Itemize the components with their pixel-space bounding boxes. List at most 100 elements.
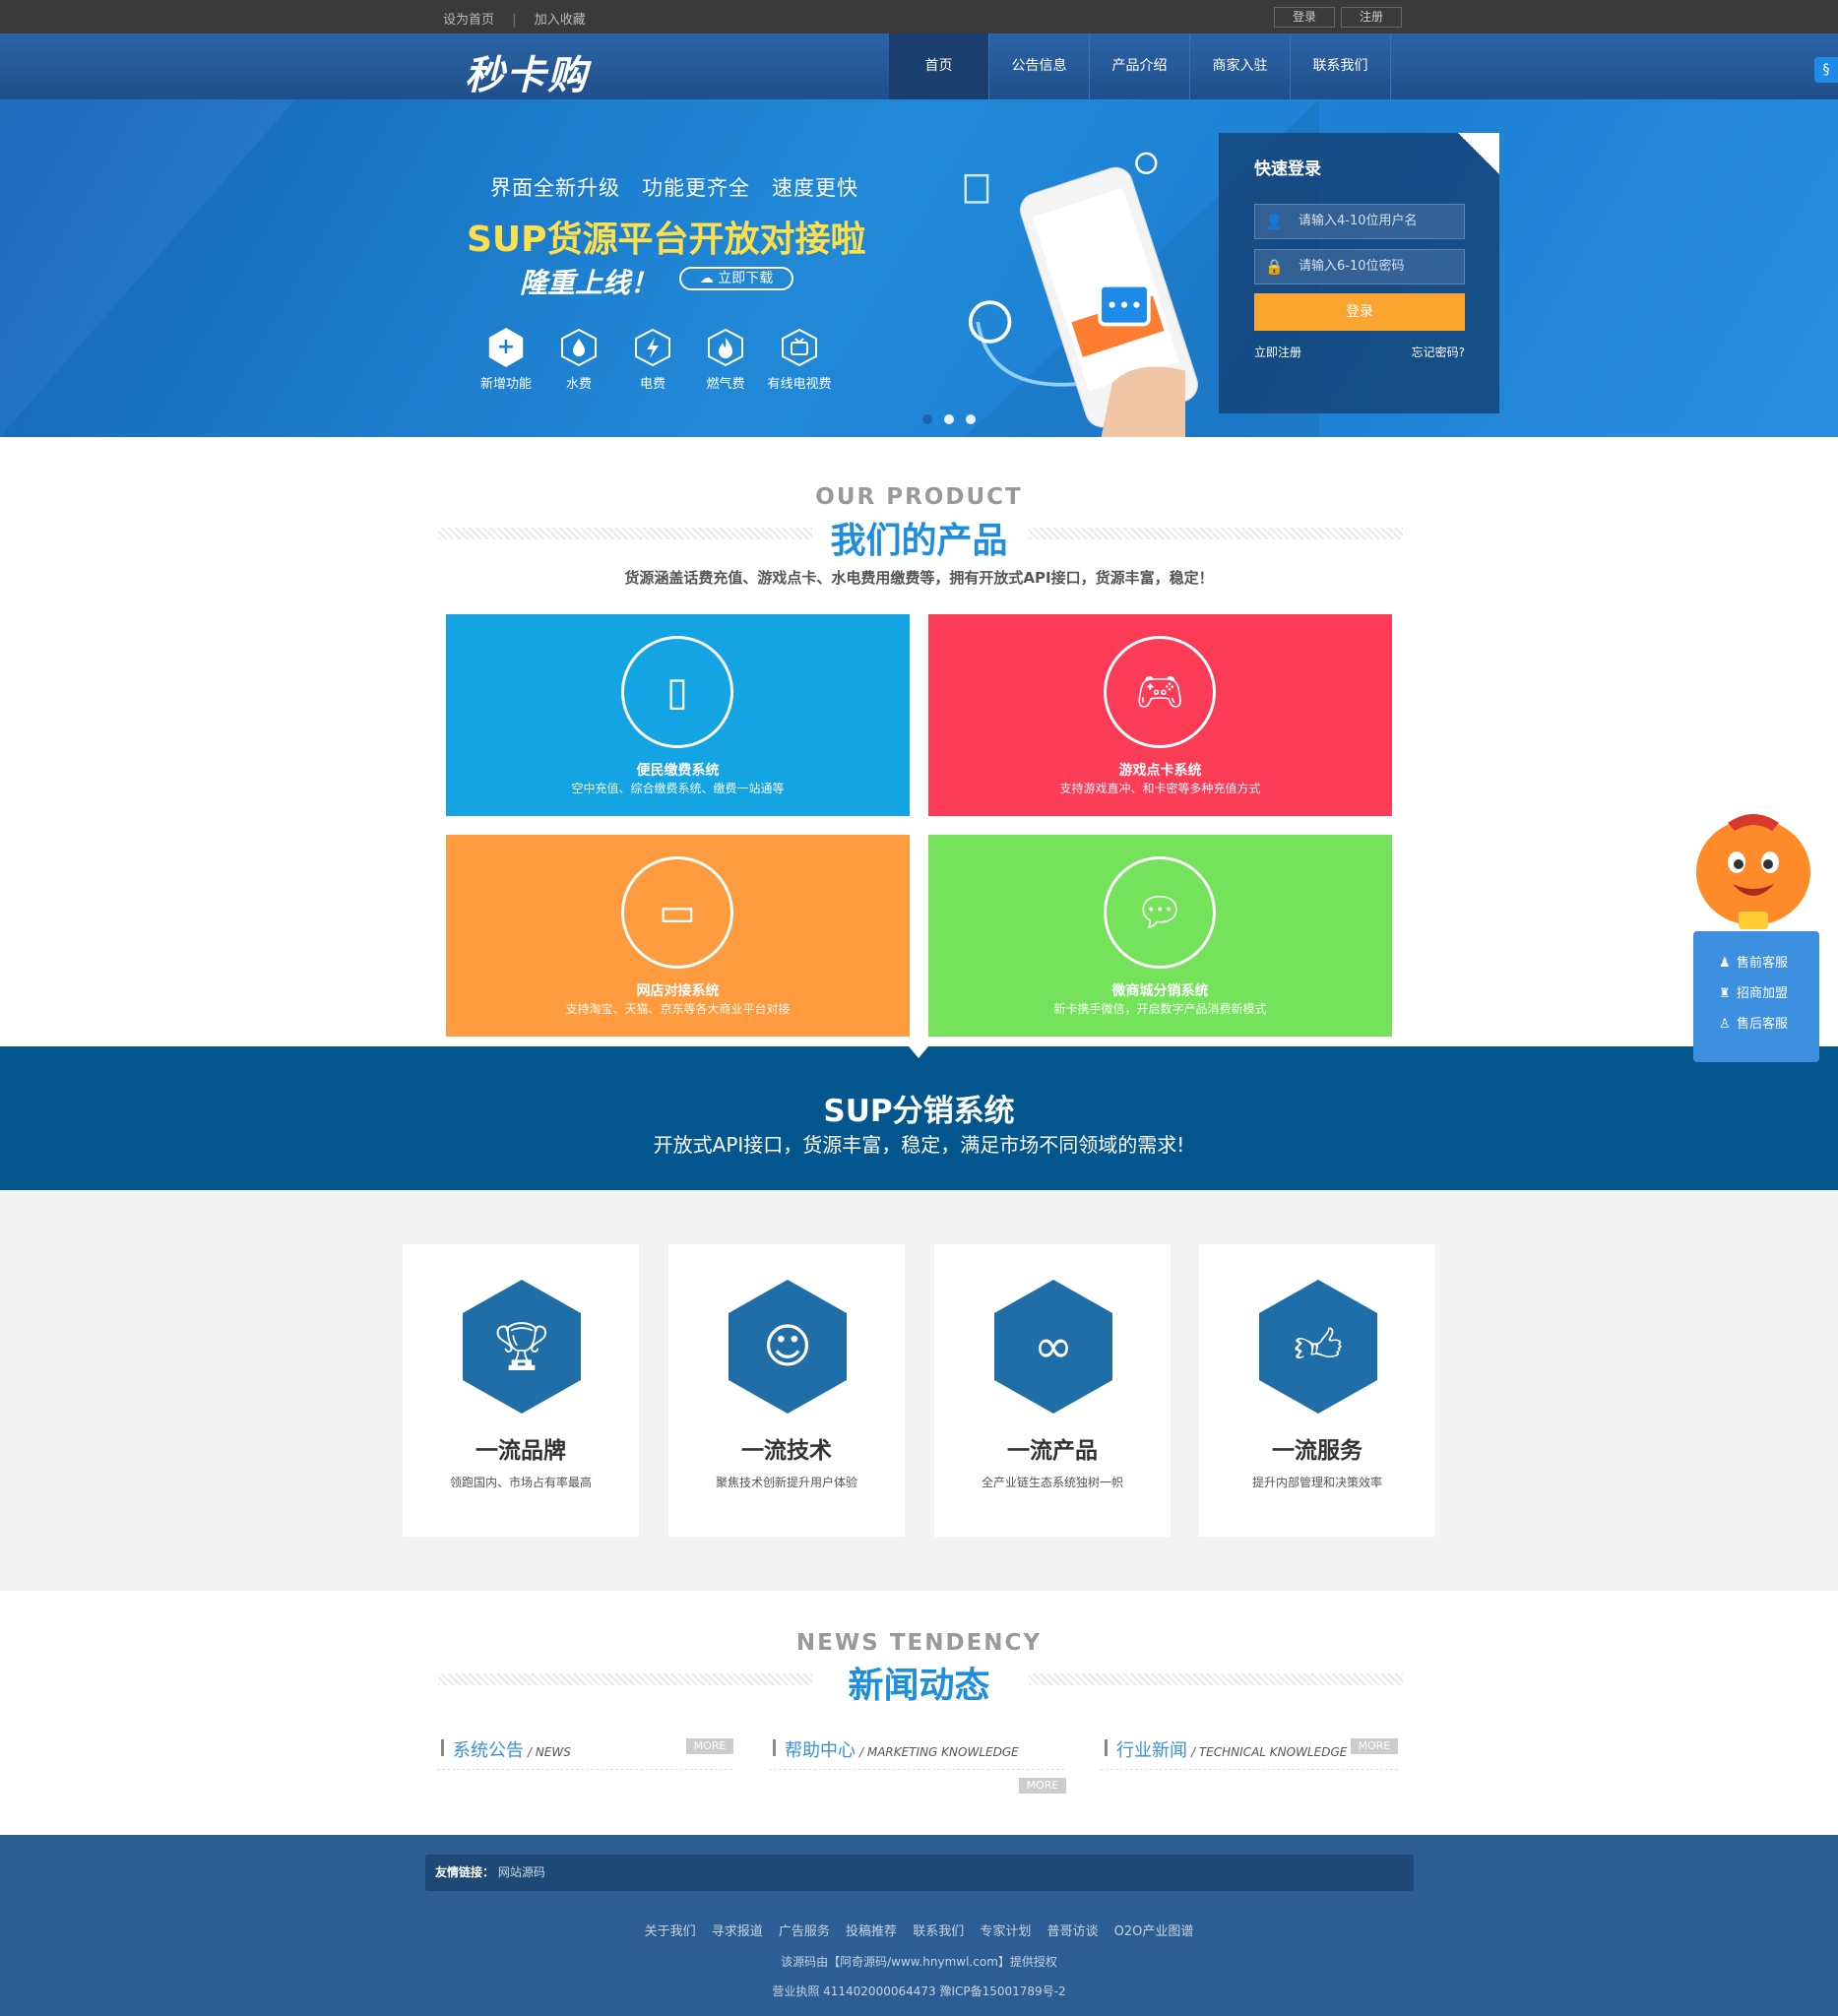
feature-label: 水费 — [565, 377, 592, 392]
carousel-dot[interactable] — [966, 414, 976, 424]
banner-tagline: 界面全新升级 功能更齐全 速度更快 — [490, 176, 858, 200]
forgot-password-link[interactable]: 忘记密码? — [1412, 344, 1465, 360]
more-button[interactable]: MORE — [1019, 1778, 1066, 1794]
news-column-title[interactable]: 帮助中心 / MARKETING KNOWLEDGE — [785, 1736, 1019, 1762]
advantage-card-service: 👍︎ 一流服务 提升内部管理和决策效率 — [1199, 1244, 1435, 1537]
band-arrow — [909, 1046, 928, 1058]
news-column-title[interactable]: 系统公告 / NEWS — [453, 1736, 571, 1762]
product-tile-wechat[interactable]: 💬︎ 微商城分销系统 新卡携手微信，开启数字产品消费新模式 — [928, 835, 1392, 1037]
advantage-title: 一流产品 — [1007, 1438, 1098, 1464]
footer-link[interactable]: 关于我们 — [645, 1924, 696, 1939]
feature-new[interactable]: + 新增功能 — [472, 328, 540, 392]
qr-code-icon[interactable] — [1458, 133, 1499, 174]
phone-illustration — [964, 152, 1198, 437]
wechat-icon: 💬︎ — [1104, 856, 1216, 969]
product-title: 微商城分销系统 — [1111, 983, 1209, 999]
top-links-separator: | — [512, 13, 517, 28]
thumbs-up-icon: 👍︎ — [1259, 1280, 1377, 1414]
more-button[interactable]: MORE — [686, 1738, 733, 1754]
user-icon: 👤 — [1265, 213, 1284, 230]
quick-login-panel: 快速登录 👤 请输入4-10位用户名 🔒 请输入6-10位密码 登录 立即注册 … — [1219, 133, 1499, 413]
product-title: 便民缴费系统 — [636, 763, 720, 779]
feature-electric[interactable]: 电费 — [618, 328, 687, 392]
feature-gas[interactable]: 燃气费 — [691, 328, 760, 392]
user-icon: ☺ — [729, 1280, 847, 1414]
footer-link[interactable]: 寻求报道 — [712, 1924, 763, 1939]
advantage-desc: 领跑国内、市场占有率最高 — [449, 1476, 592, 1489]
product-desc: 支持淘宝、天猫、京东等各大商业平台对接 — [565, 1002, 791, 1016]
advantage-card-brand: 🏆︎ 一流品牌 领跑国内、市场占有率最高 — [403, 1244, 639, 1537]
presales-service-link[interactable]: ♟ 售前客服 — [1693, 948, 1819, 978]
news-column-title[interactable]: 行业新闻 / TECHNICAL KNOWLEDGE — [1116, 1736, 1347, 1762]
tv-icon — [780, 328, 819, 367]
flame-icon — [706, 328, 745, 367]
news-heading-en: NEWS TENDENCY — [795, 1630, 1043, 1656]
feature-cable-tv[interactable]: 有线电视费 — [765, 328, 834, 392]
carousel-dot[interactable] — [922, 414, 932, 424]
footer-nav: 关于我们 寻求报道 广告服务 投稿推荐 联系我们 专家计划 普哥访谈 O2O产业… — [0, 1921, 1838, 1939]
link-icon: ∞ — [994, 1280, 1112, 1414]
feature-label: 有线电视费 — [767, 377, 832, 392]
products-description: 货源涵盖话费充值、游戏点卡、水电费用缴费等，拥有开放式API接口，货源丰富，稳定… — [624, 569, 1214, 587]
advantage-title: 一流服务 — [1272, 1438, 1363, 1464]
mascot-image — [1696, 814, 1810, 929]
nav-item-home[interactable]: 首页 — [889, 33, 989, 99]
main-nav: 秒卡购 首页 公告信息 产品介绍 商家入驻 联系我们 § — [0, 33, 1838, 99]
top-register-button[interactable]: 注册 — [1341, 7, 1402, 28]
banner-decoration — [0, 99, 295, 437]
flask-icon: ♙ — [1719, 1017, 1731, 1032]
footer-link[interactable]: 投稿推荐 — [846, 1924, 897, 1939]
feature-label: 燃气费 — [706, 377, 745, 392]
feature-label: 新增功能 — [479, 377, 532, 392]
site-footer: 友情链接： 网站源码 关于我们 寻求报道 广告服务 投稿推荐 联系我们 专家计划… — [0, 1835, 1838, 2016]
advantage-card-product: ∞ 一流产品 全产业链生态系统独树一帜 — [934, 1244, 1171, 1537]
advantage-title: 一流技术 — [741, 1438, 832, 1464]
footer-link[interactable]: 普哥访谈 — [1047, 1924, 1099, 1939]
android-icon: ♜ — [1719, 986, 1731, 1001]
nav-item-announcements[interactable]: 公告信息 — [989, 33, 1090, 99]
friend-links: 友情链接： 网站源码 — [425, 1855, 1414, 1891]
top-login-button[interactable]: 登录 — [1274, 7, 1335, 28]
register-link[interactable]: 立即注册 — [1254, 344, 1301, 360]
login-submit-button[interactable]: 登录 — [1254, 293, 1465, 331]
carousel-dot[interactable] — [944, 414, 954, 424]
product-desc: 空中充值、综合缴费系统、缴费一站通等 — [571, 782, 785, 795]
franchise-link[interactable]: ♜ 招商加盟 — [1693, 978, 1819, 1009]
sup-subtitle: 开放式API接口，货源丰富，稳定，满足市场不同领域的需求! — [653, 1133, 1185, 1157]
download-button[interactable]: ☁ 立即下载 — [679, 267, 793, 290]
banner-title: SUP货源平台开放对接啦 — [467, 220, 866, 260]
username-input[interactable]: 👤 请输入4-10位用户名 — [1254, 204, 1465, 239]
friend-link[interactable]: 网站源码 — [498, 1865, 545, 1879]
nav-item-contact[interactable]: 联系我们 — [1291, 33, 1391, 99]
product-tile-payment[interactable]: ▯ 便民缴费系统 空中充值、综合缴费系统、缴费一站通等 — [446, 614, 910, 816]
set-home-link[interactable]: 设为首页 — [443, 13, 494, 28]
password-placeholder: 请输入6-10位密码 — [1299, 259, 1405, 274]
products-heading-en: OUR PRODUCT — [815, 484, 1023, 510]
nav-item-merchants[interactable]: 商家入驻 — [1190, 33, 1291, 99]
footer-link[interactable]: 联系我们 — [913, 1924, 964, 1939]
nav-item-products[interactable]: 产品介绍 — [1090, 33, 1190, 99]
product-desc: 支持游戏直冲、和卡密等多种充值方式 — [1059, 782, 1261, 795]
mobile-icon: ▯ — [621, 636, 733, 748]
site-logo[interactable]: 秒卡购 — [465, 43, 589, 100]
add-favorite-link[interactable]: 加入收藏 — [535, 13, 586, 28]
download-label: 立即下载 — [718, 271, 774, 286]
footer-link[interactable]: 广告服务 — [779, 1924, 830, 1939]
nav-menu: 首页 公告信息 产品介绍 商家入驻 联系我们 — [889, 33, 1391, 99]
gamepad-icon: 🎮︎ — [1104, 636, 1216, 748]
footer-link[interactable]: 专家计划 — [980, 1924, 1031, 1939]
product-tile-game[interactable]: 🎮︎ 游戏点卡系统 支持游戏直冲、和卡密等多种充值方式 — [928, 614, 1392, 816]
side-tab-icon[interactable]: § — [1814, 57, 1838, 83]
more-button[interactable]: MORE — [1351, 1738, 1398, 1754]
aftersales-service-link[interactable]: ♙ 售后客服 — [1693, 1009, 1819, 1040]
footer-link[interactable]: O2O产业图谱 — [1114, 1924, 1194, 1939]
news-column-help: 帮助中心 / MARKETING KNOWLEDGE — [769, 1731, 1064, 1770]
advantage-desc: 提升内部管理和决策效率 — [1251, 1476, 1382, 1489]
advantage-desc: 聚焦技术创新提升用户体验 — [715, 1476, 857, 1489]
carousel-dots — [922, 414, 976, 424]
news-heading-cn: 新闻动态 — [848, 1666, 990, 1706]
advantage-desc: 全产业链生态系统独树一帜 — [981, 1476, 1123, 1489]
feature-water[interactable]: 水费 — [544, 328, 613, 392]
password-input[interactable]: 🔒 请输入6-10位密码 — [1254, 249, 1465, 284]
product-tile-shop[interactable]: ▭ 网店对接系统 支持淘宝、天猫、京东等各大商业平台对接 — [446, 835, 910, 1037]
